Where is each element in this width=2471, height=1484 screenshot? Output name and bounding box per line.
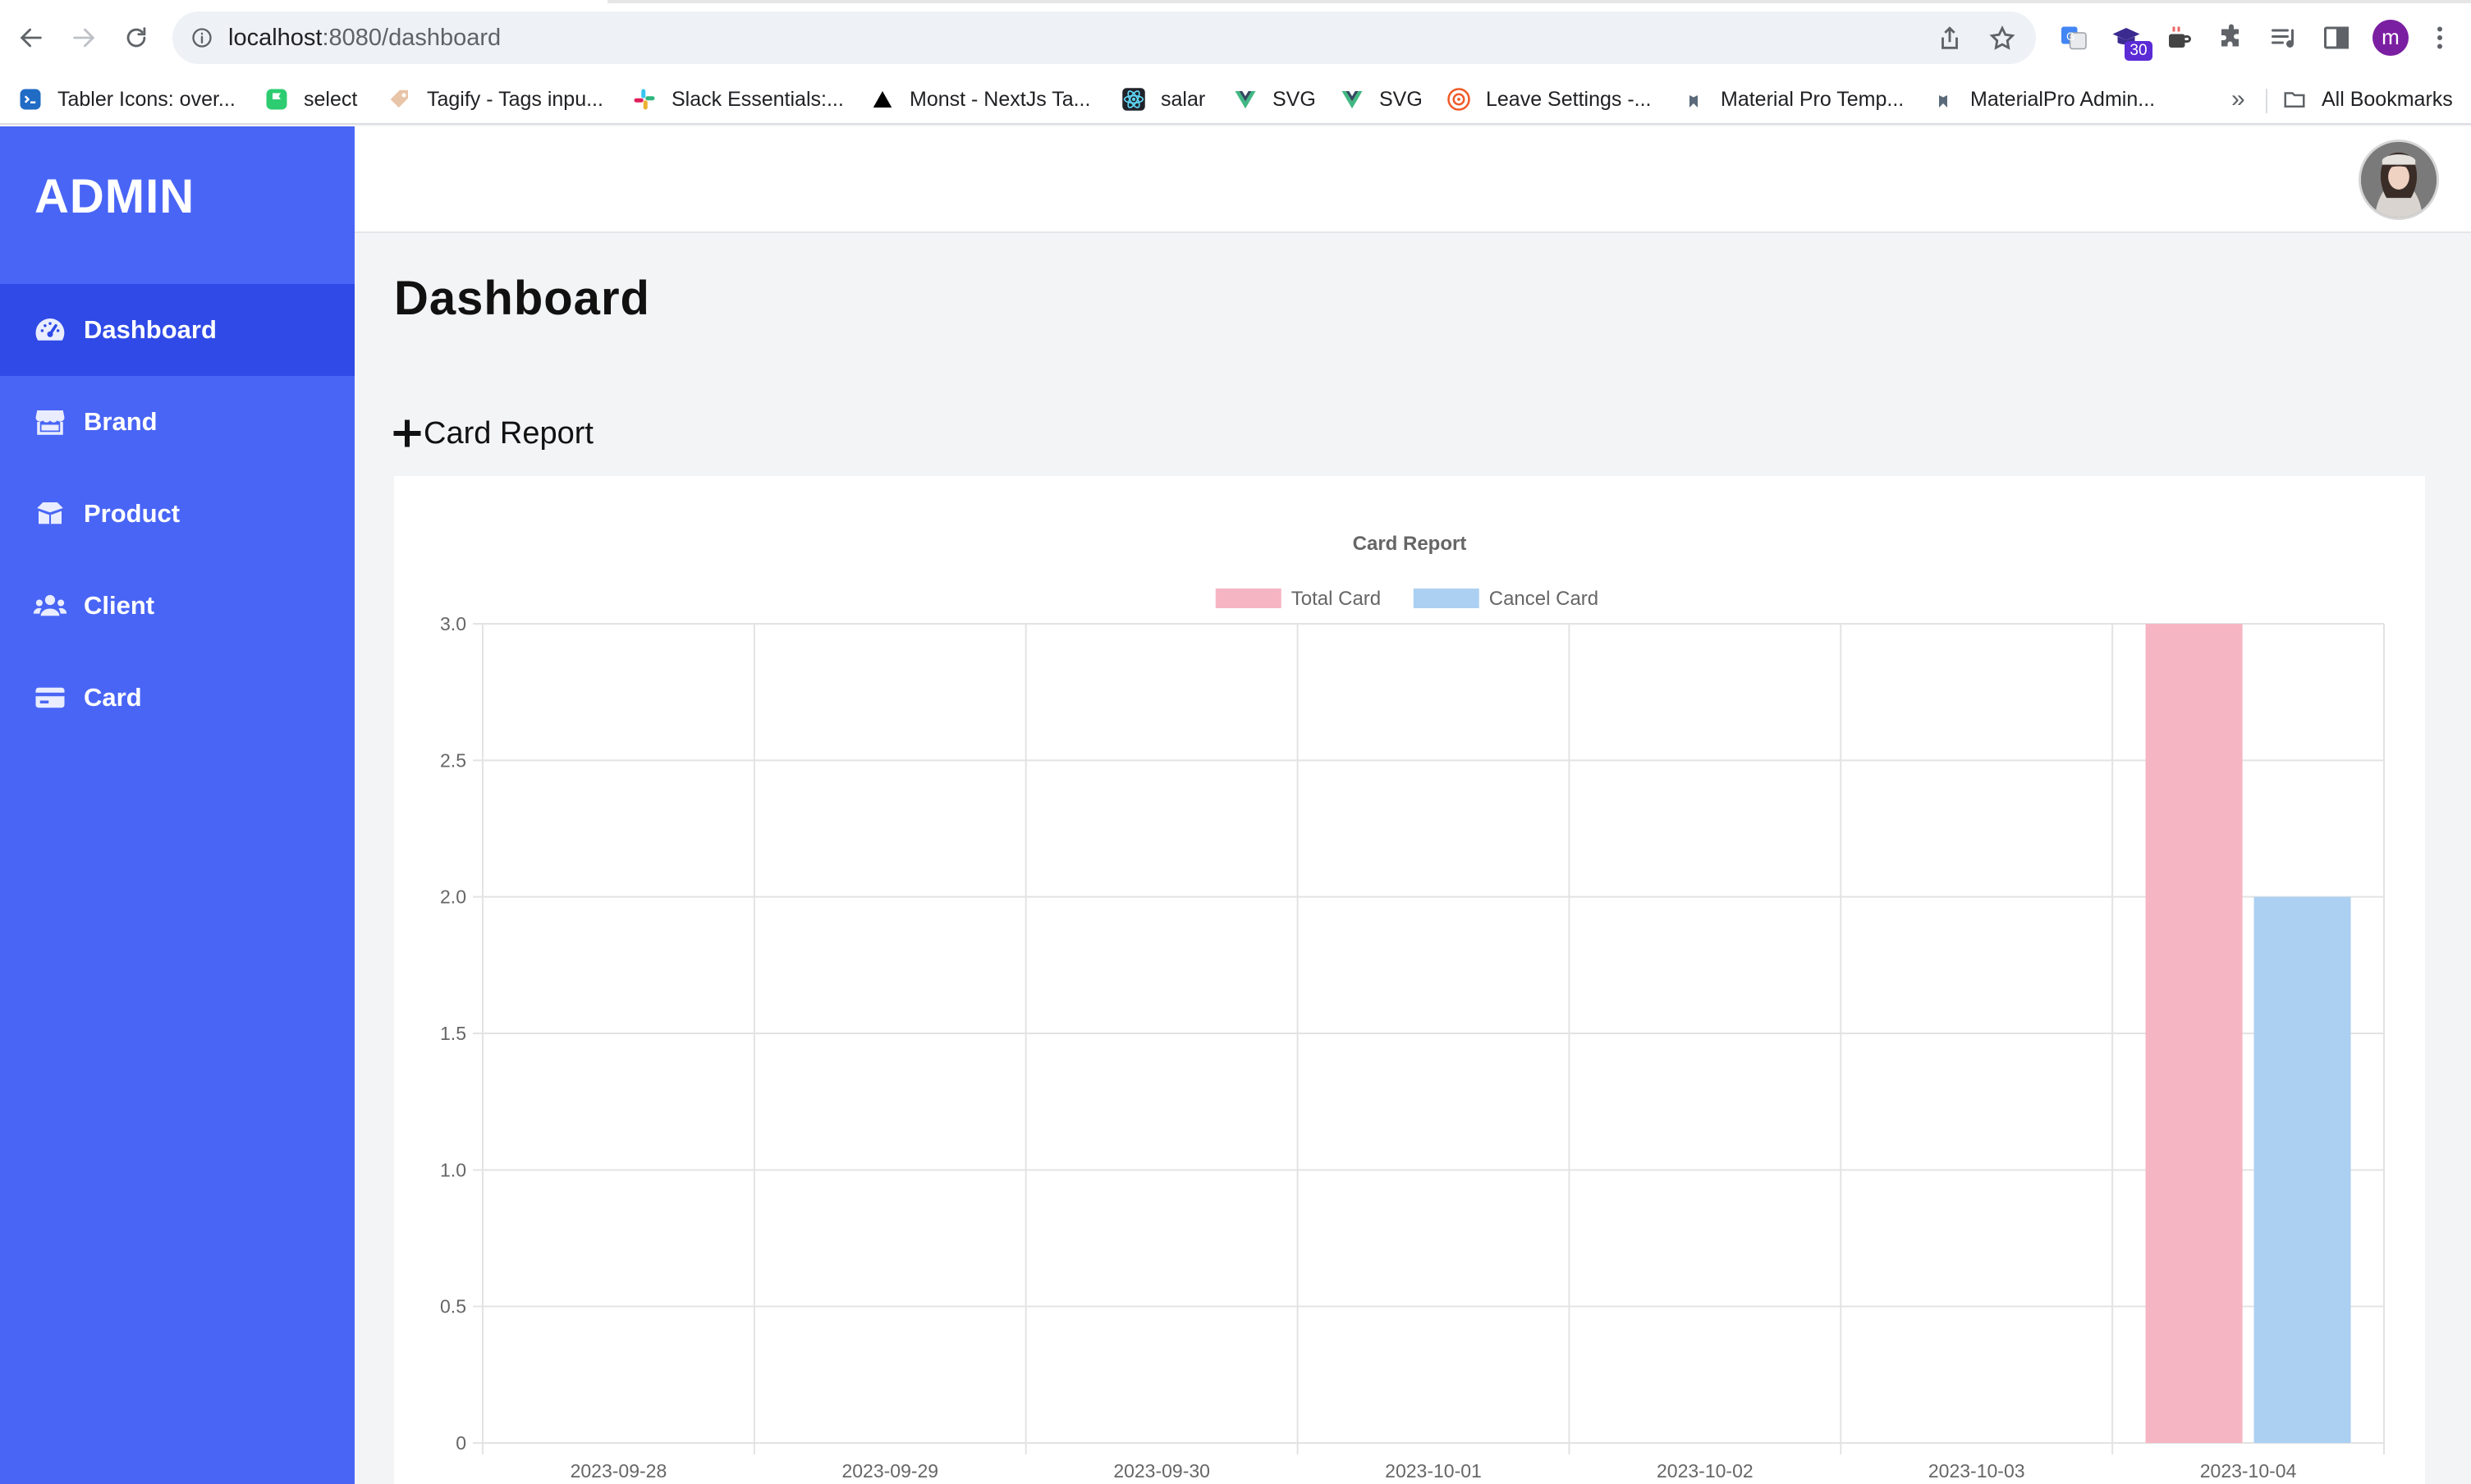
bar-cancel-card[interactable] — [2253, 896, 2351, 1443]
y-tick-label: 3.0 — [440, 613, 466, 634]
target-icon — [1446, 87, 1471, 112]
avatar[interactable] — [2359, 140, 2439, 220]
box-icon — [33, 497, 67, 531]
extensions-puzzle-icon[interactable] — [2213, 20, 2249, 56]
bookmark-item[interactable]: SVG — [1340, 80, 1423, 118]
share-icon[interactable] — [1936, 25, 1964, 53]
plus-icon[interactable] — [392, 419, 422, 448]
chart-legend: Total Card Cancel Card — [1215, 588, 1598, 610]
translate-extension-icon[interactable]: G — [2056, 20, 2092, 56]
back-icon[interactable] — [11, 18, 51, 57]
credit-card-icon — [33, 680, 67, 715]
top-header — [355, 126, 2471, 233]
coffee-extension-icon[interactable] — [2161, 20, 2197, 56]
card-report-chart: Card Report Total Card Cancel Card 0 0.5 1.… — [440, 533, 2385, 1482]
tab-strip — [0, 0, 2471, 3]
sidebar-item-product[interactable]: Product — [0, 468, 355, 560]
bookmark-item[interactable]: select — [264, 80, 357, 118]
users-icon — [33, 589, 67, 623]
browser-toolbar: localhost:8080/dashboard G 30 m — [0, 0, 2471, 76]
forward-icon[interactable] — [64, 18, 103, 57]
sidebar-item-dashboard[interactable]: Dashboard — [0, 284, 355, 376]
legend-label[interactable]: Cancel Card — [1489, 588, 1598, 610]
legend-swatch[interactable] — [1215, 589, 1281, 608]
bookmark-item[interactable]: Leave Settings -... — [1446, 80, 1652, 118]
vue-icon — [1233, 87, 1258, 112]
y-tick-label: 0.5 — [440, 1296, 466, 1317]
x-tick-label: 2023-09-29 — [841, 1460, 938, 1482]
tabler-icon — [18, 87, 43, 112]
url-text[interactable]: localhost:8080/dashboard — [228, 25, 501, 52]
site-info-icon[interactable] — [190, 26, 213, 49]
side-panel-icon[interactable] — [2318, 20, 2354, 56]
bar-total-card[interactable] — [2145, 624, 2243, 1443]
tag-icon — [387, 87, 412, 112]
bookmarks-divider — [2266, 89, 2267, 113]
sidebar-item-card[interactable]: Card — [0, 652, 355, 744]
card-report-heading[interactable]: Card Report — [392, 413, 594, 454]
bookmarks-bar: Tabler Icons: over... select Tagify - Ta… — [0, 76, 2471, 125]
x-tick-label: 2023-10-02 — [1657, 1460, 1754, 1482]
materialpro-icon — [1931, 87, 1955, 112]
chart-grid — [473, 623, 2385, 1454]
legend-label[interactable]: Total Card — [1291, 588, 1381, 610]
folder-icon — [2282, 87, 2307, 112]
x-tick-label: 2023-09-30 — [1113, 1460, 1210, 1482]
page-title: Dashboard — [394, 272, 650, 325]
y-tick-label: 2.0 — [440, 886, 466, 908]
all-bookmarks-button[interactable]: All Bookmarks — [2282, 80, 2453, 118]
x-tick-label: 2023-10-03 — [1928, 1460, 2025, 1482]
x-tick-label: 2023-09-28 — [571, 1460, 667, 1482]
media-queue-icon[interactable] — [2266, 20, 2302, 56]
triangle-icon — [870, 87, 895, 112]
reload-icon[interactable] — [117, 18, 156, 57]
bookmark-item[interactable]: Material Pro Temp... — [1681, 80, 1904, 118]
bookmark-item[interactable]: Tabler Icons: over... — [18, 80, 236, 118]
bookmark-item[interactable]: SVG — [1233, 80, 1316, 118]
sidebar-item-client[interactable]: Client — [0, 560, 355, 652]
bookmark-item[interactable]: MaterialPro Admin... — [1931, 80, 2155, 118]
extension-badge: 30 — [2125, 41, 2152, 61]
app: localhost:8080/dashboard G 30 m Tabler I… — [0, 0, 2471, 1484]
vue-icon — [1340, 87, 1364, 112]
more-bookmarks-button[interactable]: » — [2231, 85, 2245, 113]
y-tick-label: 1.5 — [440, 1023, 466, 1044]
profile-icon[interactable]: m — [2372, 20, 2409, 56]
y-tick-label: 0 — [456, 1432, 466, 1454]
brand-logo[interactable]: ADMIN — [34, 169, 195, 224]
bookmark-item[interactable]: salar — [1121, 80, 1205, 118]
store-icon — [33, 405, 67, 439]
sidebar-item-brand[interactable]: Brand — [0, 376, 355, 468]
chart-y-axis: 0 0.5 1.0 1.5 2.0 2.5 3.0 — [440, 613, 466, 1454]
bookmark-item[interactable]: Tagify - Tags inpu... — [387, 80, 603, 118]
flag-icon — [264, 87, 289, 112]
legend-swatch[interactable] — [1413, 589, 1479, 608]
svg-text:G: G — [2066, 30, 2075, 43]
x-tick-label: 2023-10-01 — [1385, 1460, 1482, 1482]
kebab-menu-icon[interactable] — [2422, 20, 2458, 56]
address-bar[interactable]: localhost:8080/dashboard — [172, 11, 2036, 64]
materialpro-icon — [1681, 87, 1706, 112]
bookmark-item[interactable]: Slack Essentials:... — [632, 80, 844, 118]
bookmark-item[interactable]: Monst - NextJs Ta... — [870, 80, 1090, 118]
x-tick-label: 2023-10-04 — [2200, 1460, 2297, 1482]
slack-icon — [632, 87, 657, 112]
chart-x-axis: 2023-09-28 2023-09-29 2023-09-30 2023-10-01… — [571, 1460, 2297, 1482]
y-tick-label: 1.0 — [440, 1159, 466, 1180]
sidebar: ADMIN Dashboard Brand Product Client Car… — [0, 126, 355, 1484]
y-tick-label: 2.5 — [440, 749, 466, 771]
gauge-icon — [33, 313, 67, 347]
bookmark-star-icon[interactable] — [1988, 25, 2016, 53]
grad-cap-extension-icon[interactable]: 30 — [2108, 20, 2152, 61]
chart-title: Card Report — [1353, 533, 1467, 555]
react-icon — [1121, 87, 1146, 112]
